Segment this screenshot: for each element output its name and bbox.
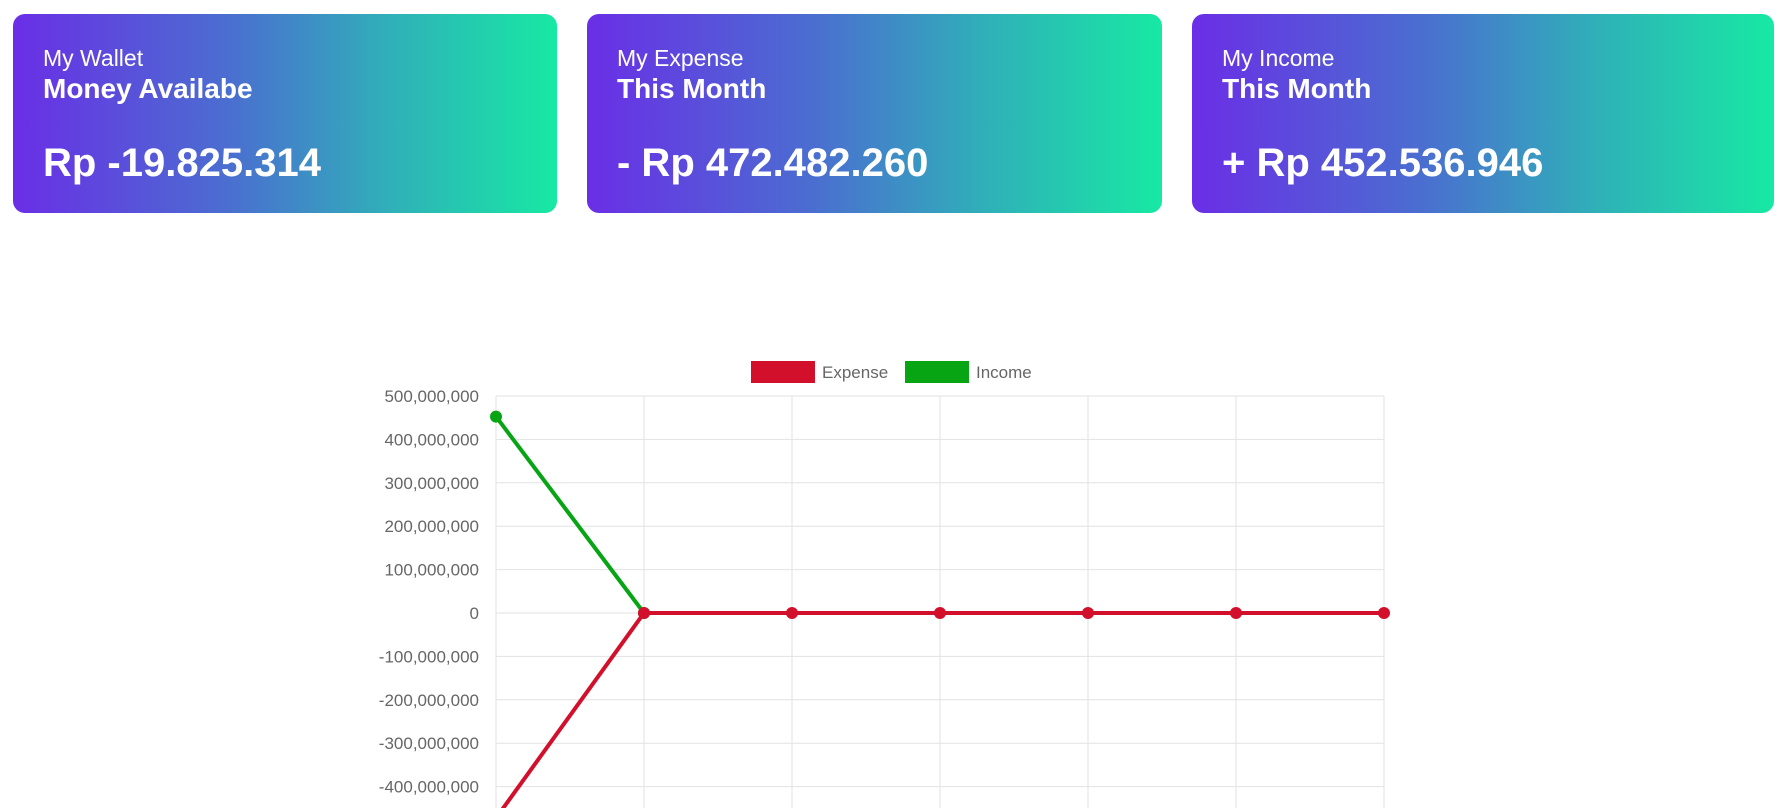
expense-label: My Expense <box>617 45 744 71</box>
expense-sublabel: This Month <box>617 73 767 104</box>
y-tick-label: -400,000,000 <box>379 778 479 797</box>
data-point-expense[interactable] <box>934 607 946 619</box>
expense-card: My Expense This Month - Rp 472.482.260 <box>587 14 1162 213</box>
income-expense-chart: Expense Income 500,000,000 400,000,000 300,… <box>379 361 1390 808</box>
y-axis-ticks: 500,000,000 400,000,000 300,000,000 200,000… <box>379 387 479 797</box>
legend-label-income[interactable]: Income <box>976 363 1032 382</box>
data-point-income[interactable] <box>490 410 502 423</box>
y-tick-label: 200,000,000 <box>384 517 479 536</box>
y-tick-label: 500,000,000 <box>384 387 479 406</box>
y-tick-label: 0 <box>470 604 479 623</box>
income-label: My Income <box>1222 45 1335 71</box>
chart-grid <box>495 395 1385 808</box>
chart-legend[interactable]: Expense Income <box>751 361 1032 383</box>
data-point-expense[interactable] <box>638 607 650 619</box>
y-tick-label: -100,000,000 <box>379 647 479 666</box>
wallet-amount: Rp -19.825.314 <box>43 141 321 185</box>
series-line-income <box>494 415 646 615</box>
y-tick-label: -300,000,000 <box>379 734 479 753</box>
income-sublabel: This Month <box>1222 73 1372 104</box>
y-tick-label: 100,000,000 <box>384 561 479 580</box>
y-tick-label: 300,000,000 <box>384 474 479 493</box>
y-tick-label: -200,000,000 <box>379 691 479 710</box>
income-amount: + Rp 452.536.946 <box>1222 141 1544 185</box>
wallet-sublabel: Money Availabe <box>43 73 253 104</box>
legend-label-expense[interactable]: Expense <box>822 363 888 382</box>
data-point-expense[interactable] <box>1082 607 1094 619</box>
income-card: My Income This Month + Rp 452.536.946 <box>1192 14 1774 213</box>
data-point-expense[interactable] <box>786 607 798 619</box>
wallet-card: My Wallet Money Availabe Rp -19.825.314 <box>13 14 557 213</box>
legend-swatch-income[interactable] <box>905 361 969 383</box>
wallet-label: My Wallet <box>43 45 144 71</box>
data-point-expense[interactable] <box>1378 607 1390 619</box>
expense-amount: - Rp 472.482.260 <box>617 141 929 185</box>
legend-swatch-expense[interactable] <box>751 361 815 383</box>
y-tick-label: 400,000,000 <box>384 430 479 449</box>
data-point-expense[interactable] <box>1230 607 1242 619</box>
